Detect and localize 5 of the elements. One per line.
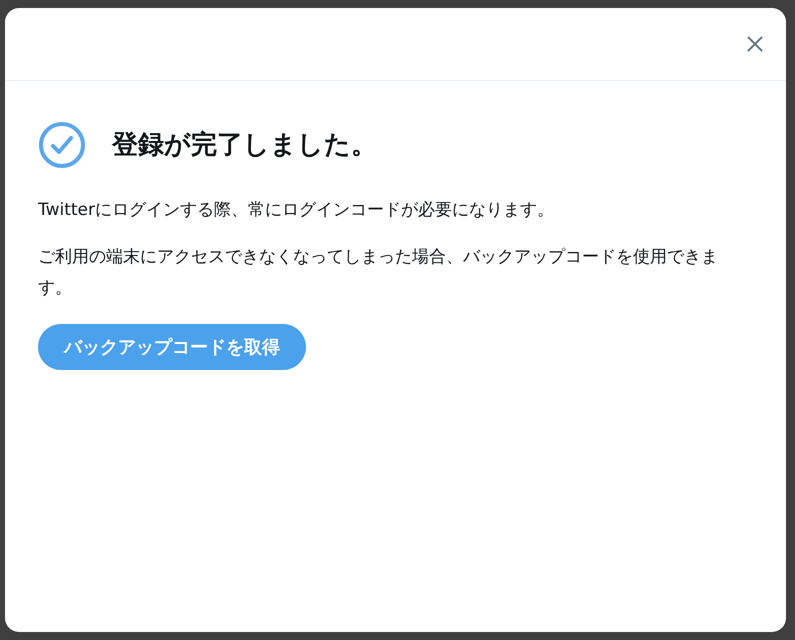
- description-text: Twitterにログインする際、常にログインコードが必要になります。: [38, 199, 555, 222]
- dialog-title: 登録が完了しました。: [112, 128, 377, 162]
- description-text: ご利用の端末にアクセスできなくなってしまった場合、バックアップコードを使用できます。: [38, 246, 719, 300]
- get-backup-code-button[interactable]: バックアップコードを取得: [38, 324, 306, 370]
- check-circle-icon: [38, 121, 86, 169]
